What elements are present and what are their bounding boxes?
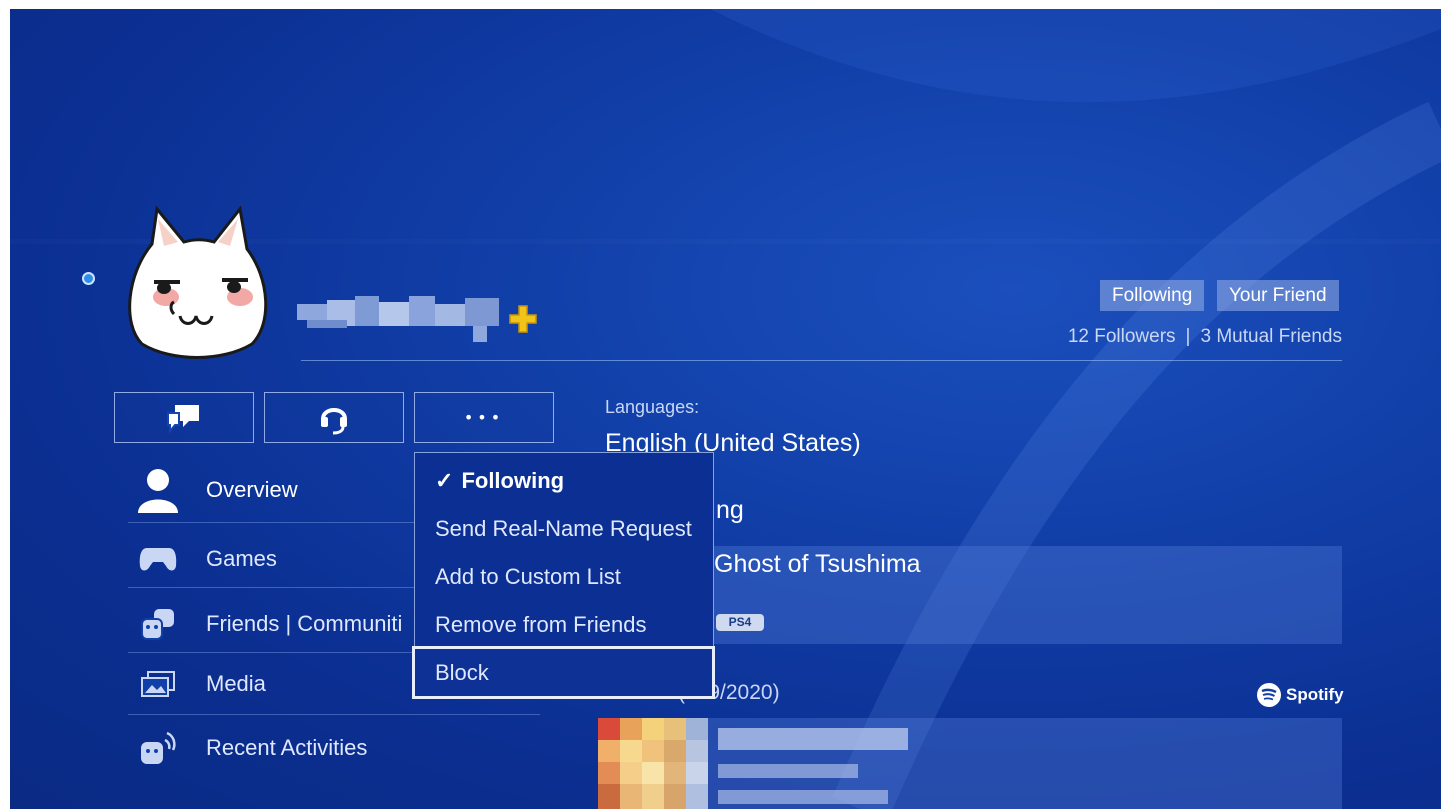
game-title: Ghost of Tsushima <box>714 550 921 578</box>
platform-tag: PS4 <box>716 614 764 631</box>
music-card[interactable] <box>598 718 1342 809</box>
menu-item-label: Add to Custom List <box>435 564 621 589</box>
followers-count: 12 Followers <box>1067 326 1176 347</box>
menu-item-following[interactable]: ✓ Following <box>415 457 713 505</box>
message-bubbles-icon <box>167 404 199 434</box>
menu-item-label: Remove from Friends <box>435 612 647 637</box>
menu-item-block[interactable]: Block <box>412 646 715 699</box>
nav-label: Recent Activities <box>206 735 368 760</box>
menu-item-real-name-request[interactable]: Send Real-Name Request <box>415 505 713 553</box>
menu-item-remove-friend[interactable]: Remove from Friends <box>415 601 713 649</box>
now-playing-label: ng <box>716 496 744 524</box>
languages-label: Languages: <box>605 397 700 417</box>
username-redacted <box>297 296 499 342</box>
menu-item-label: Following <box>461 468 565 493</box>
avatar <box>128 205 268 359</box>
check-icon: ✓ <box>435 468 454 493</box>
message-button[interactable] <box>114 392 254 443</box>
ellipsis-icon: ••• <box>463 408 505 427</box>
profile-screen: Following Your Friend 12 Followers | 3 Mut… <box>10 9 1441 809</box>
more-options-button[interactable]: ••• <box>414 392 554 443</box>
mutual-friends-count: 3 Mutual Friends <box>1200 326 1342 347</box>
menu-item-add-custom-list[interactable]: Add to Custom List <box>415 553 713 601</box>
nav-label: Games <box>206 546 277 571</box>
menu-item-label: Block <box>435 659 489 685</box>
person-icon <box>128 467 188 513</box>
following-badge: Following <box>1100 280 1205 311</box>
party-button[interactable] <box>264 392 404 443</box>
online-status-dot <box>82 272 95 285</box>
nav-divider <box>128 714 540 715</box>
social-counts: 12 Followers | 3 Mutual Friends <box>1068 326 1342 348</box>
media-icon <box>128 671 188 697</box>
playstation-plus-icon <box>509 305 537 333</box>
spotify-logo: Spotify <box>1256 682 1344 708</box>
menu-item-label: Send Real-Name Request <box>435 516 692 541</box>
headset-icon <box>321 407 347 434</box>
spotify-icon <box>1257 683 1281 707</box>
nav-label: Overview <box>206 477 298 502</box>
spotify-label: Spotify <box>1286 685 1344 704</box>
counts-separator: | <box>1185 326 1191 347</box>
nav-recent-activities[interactable]: Recent Activities <box>128 718 540 778</box>
friends-icon <box>128 607 188 641</box>
gamepad-icon <box>128 546 188 572</box>
options-menu: ✓ Following Send Real-Name Request Add t… <box>412 452 715 699</box>
nav-label: Media <box>206 671 266 696</box>
header-divider <box>301 360 1342 361</box>
nav-label: Friends | Communiti <box>206 611 403 636</box>
friend-badge: Your Friend <box>1217 280 1339 311</box>
activity-icon <box>128 730 188 766</box>
